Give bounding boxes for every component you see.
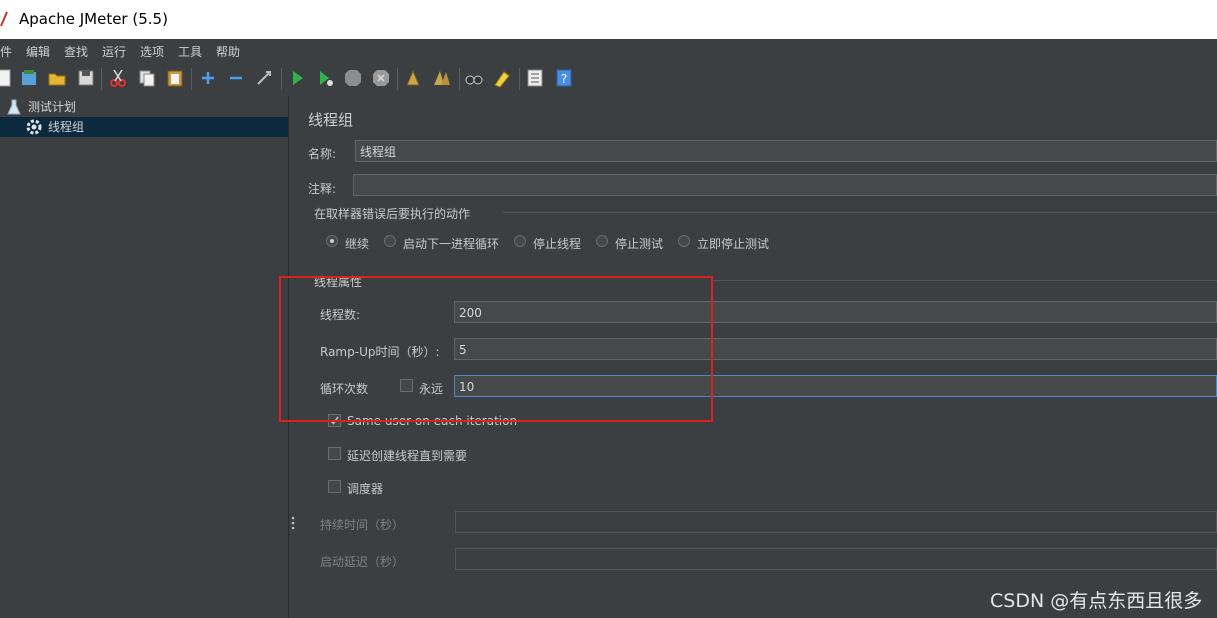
copy-icon[interactable] (137, 68, 157, 88)
comment-input[interactable] (353, 174, 1217, 196)
expand-icon[interactable] (198, 68, 218, 88)
menu-help[interactable]: 帮助 (216, 43, 240, 60)
radio-start-next-loop[interactable] (384, 235, 396, 247)
shutdown-icon[interactable] (371, 68, 391, 88)
cut-icon[interactable] (108, 68, 128, 88)
templates-icon[interactable] (19, 68, 39, 88)
annotation-highlight-box (279, 276, 713, 422)
tree-item-test-plan[interactable]: 测试计划 (0, 97, 288, 117)
radio-stop-test-now-label: 立即停止测试 (697, 237, 770, 251)
reset-search-icon[interactable] (492, 68, 512, 88)
new-icon[interactable] (0, 68, 14, 88)
menu-options[interactable]: 选项 (140, 43, 164, 60)
menu-file[interactable]: 件 (0, 43, 12, 60)
flask-icon (7, 99, 21, 115)
drag-handle-icon[interactable] (291, 516, 295, 530)
help-icon[interactable]: ? (554, 68, 574, 88)
tree-item-label: 线程组 (48, 120, 85, 134)
delay-thread-creation-label: 延迟创建线程直到需要 (347, 449, 468, 463)
toggle-icon[interactable] (254, 68, 274, 88)
name-input[interactable]: 线程组 (355, 140, 1217, 162)
clear-all-icon[interactable] (432, 68, 452, 88)
duration-input[interactable] (455, 511, 1217, 533)
window-title: Apache JMeter (5.5) (19, 10, 168, 28)
tree-item-label: 测试计划 (28, 100, 77, 114)
error-action-title: 在取样器错误后要执行的动作 (314, 207, 471, 221)
menu-bar: 件 编辑 查找 运行 选项 工具 帮助 (0, 39, 1217, 61)
startup-delay-input[interactable] (455, 548, 1217, 570)
comment-label: 注释: (308, 182, 337, 196)
menu-edit[interactable]: 编辑 (26, 43, 50, 60)
radio-start-next-loop-label: 启动下一进程循环 (403, 237, 500, 251)
menu-tools[interactable]: 工具 (178, 43, 202, 60)
startup-delay-label: 启动延迟（秒） (320, 555, 405, 569)
paste-icon[interactable] (165, 68, 185, 88)
menu-run[interactable]: 运行 (102, 43, 126, 60)
title-bar: Apache JMeter (5.5) (0, 0, 1217, 39)
open-icon[interactable] (47, 68, 67, 88)
stop-icon[interactable] (343, 68, 363, 88)
name-label: 名称: (308, 147, 337, 161)
radio-stop-thread-label: 停止线程 (533, 237, 582, 251)
scheduler-label: 调度器 (347, 482, 384, 496)
clear-icon[interactable] (403, 68, 423, 88)
start-icon[interactable] (287, 68, 307, 88)
radio-continue-label: 继续 (345, 237, 370, 251)
menu-search[interactable]: 查找 (64, 43, 88, 60)
watermark: CSDN @有点东西且很多 (990, 590, 1203, 612)
jmeter-logo-icon (0, 11, 8, 27)
toolbar: ? (0, 61, 1217, 97)
search-icon[interactable] (464, 68, 484, 88)
delay-thread-creation-checkbox[interactable] (328, 447, 341, 460)
radio-stop-thread[interactable] (514, 235, 526, 247)
tree-item-thread-group[interactable]: 线程组 (0, 117, 288, 137)
radio-stop-test[interactable] (596, 235, 608, 247)
radio-continue[interactable] (326, 235, 338, 247)
function-helper-icon[interactable] (525, 68, 545, 88)
start-no-pause-icon[interactable] (315, 68, 335, 88)
collapse-icon[interactable] (226, 68, 246, 88)
radio-stop-test-label: 停止测试 (615, 237, 664, 251)
radio-stop-test-now[interactable] (678, 235, 690, 247)
duration-label: 持续时间（秒） (320, 518, 405, 532)
scheduler-checkbox[interactable] (328, 480, 341, 493)
save-icon[interactable] (76, 68, 96, 88)
panel-heading: 线程组 (308, 111, 354, 129)
test-plan-tree: 测试计划 线程组 (0, 96, 289, 618)
gear-icon (26, 119, 42, 135)
svg-text:?: ? (561, 72, 567, 86)
